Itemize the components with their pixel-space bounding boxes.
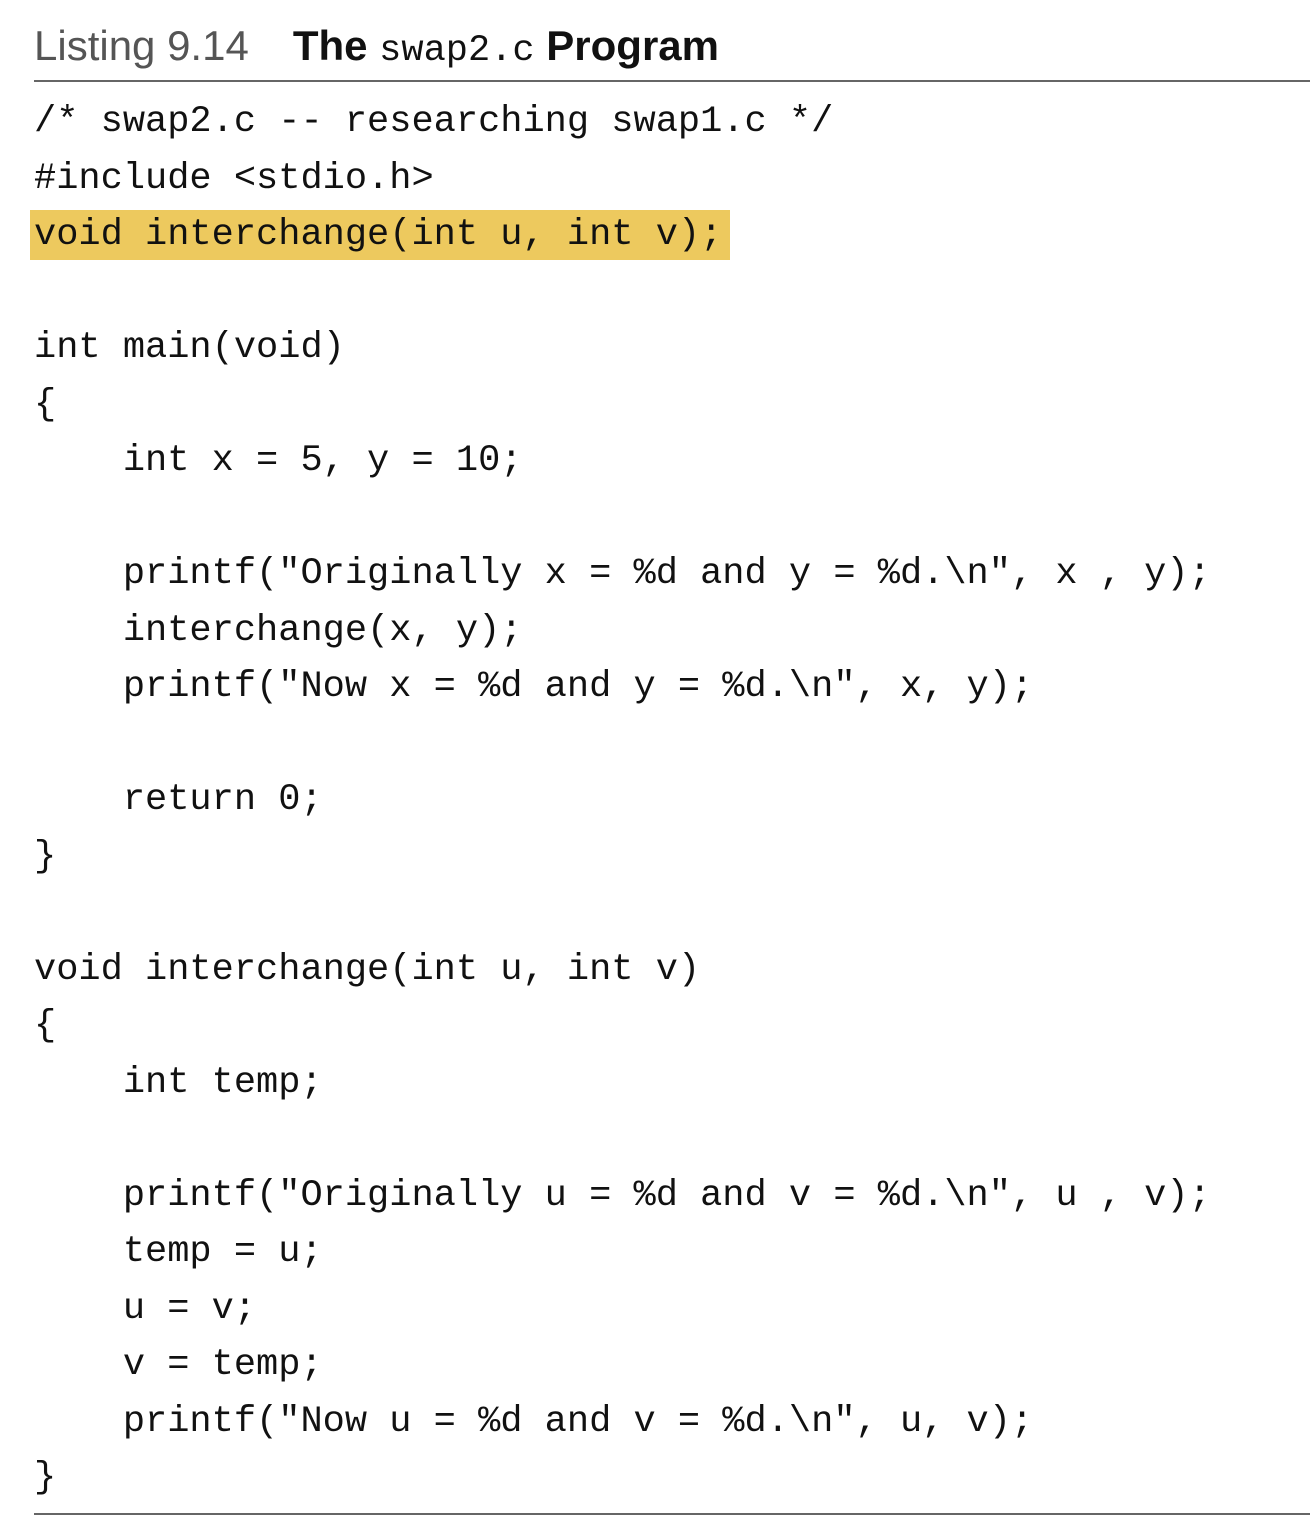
code-line: {	[34, 377, 1211, 434]
code-block: /* swap2.c -- researching swap1.c */ #inc…	[30, 94, 1211, 1507]
code-line: #include <stdio.h>	[34, 151, 1211, 208]
code-line-text: void interchange(int u, int v);	[30, 210, 731, 260]
code-line: {	[34, 998, 1211, 1055]
code-line: int temp;	[34, 1055, 1211, 1112]
code-line-text: }	[34, 835, 57, 878]
code-line: printf("Originally x = %d and y = %d.\n"…	[34, 546, 1211, 603]
listing-title-suffix: Program	[534, 22, 719, 69]
code-line-text: return 0;	[34, 779, 323, 821]
code-line: return 0;	[34, 772, 1211, 829]
code-line: temp = u;	[34, 1224, 1211, 1281]
code-line-text: }	[34, 1457, 57, 1499]
code-line: void interchange(int u, int v)	[34, 942, 1211, 999]
code-line-text: temp = u;	[34, 1231, 323, 1273]
code-line: printf("Now x = %d and y = %d.\n", x, y)…	[34, 659, 1211, 716]
code-line-text: #include <stdio.h>	[34, 157, 434, 200]
code-line-text: int temp;	[34, 1061, 323, 1104]
code-line-text: int x = 5, y = 10;	[34, 440, 523, 482]
code-line-text: printf("Originally x = %d and y = %d.\n"…	[34, 553, 1211, 595]
code-line-text: int main(void)	[34, 327, 345, 369]
top-rule	[34, 80, 1310, 82]
code-line: u = v;	[34, 1281, 1211, 1338]
code-line: printf("Now u = %d and v = %d.\n", u, v)…	[34, 1394, 1211, 1451]
code-line: printf("Originally u = %d and v = %d.\n"…	[34, 1168, 1211, 1225]
listing-caption: Listing 9.14 The swap2.c Program	[34, 18, 719, 74]
code-listing: Listing 9.14 The swap2.c Program /* swap2…	[30, 0, 1310, 1522]
code-line-text: {	[34, 383, 57, 426]
code-line-text: printf("Originally u = %d and v = %d.\n"…	[34, 1174, 1211, 1217]
code-line-text: u = v;	[34, 1287, 257, 1330]
bottom-rule	[34, 1513, 1310, 1515]
code-line: }	[34, 829, 1211, 886]
code-line-text: printf("Now x = %d and y = %d.\n", x, y)…	[34, 666, 1034, 708]
code-line: v = temp;	[34, 1337, 1211, 1394]
listing-title-prefix: The	[292, 22, 380, 69]
code-line-text: v = temp;	[34, 1344, 323, 1386]
code-line-text: /* swap2.c -- researching swap1.c */	[34, 101, 834, 143]
code-line: }	[34, 1450, 1211, 1507]
code-line: interchange(x, y);	[34, 603, 1211, 660]
code-line-highlighted: void interchange(int u, int v);	[30, 207, 1211, 264]
code-line: int x = 5, y = 10;	[34, 433, 1211, 490]
code-line-text: printf("Now u = %d and v = %d.\n", u, v)…	[34, 1400, 1034, 1443]
code-line: int main(void)	[34, 320, 1211, 377]
code-line-text: interchange(x, y);	[34, 609, 523, 652]
code-line: /* swap2.c -- researching swap1.c */	[34, 94, 1211, 151]
code-line-text: {	[34, 1005, 57, 1047]
listing-number: Listing 9.14	[34, 22, 249, 69]
listing-title-filename: swap2.c	[379, 30, 535, 72]
code-line-text: void interchange(int u, int v)	[34, 948, 701, 991]
